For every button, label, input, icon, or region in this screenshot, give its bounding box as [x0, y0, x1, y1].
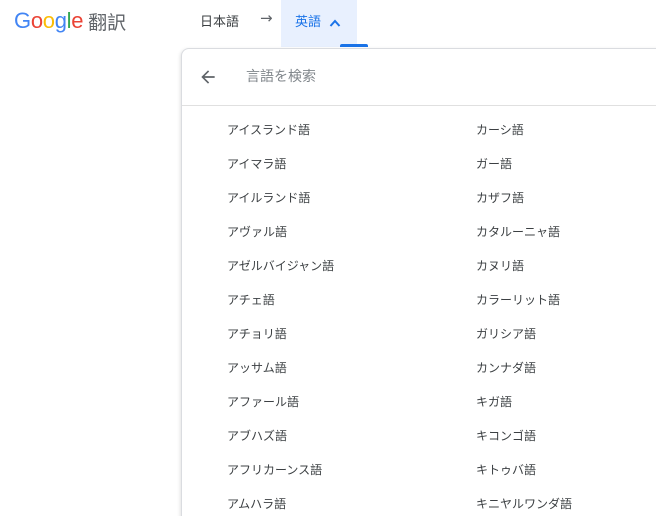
- language-option[interactable]: アイマラ語: [227, 147, 467, 181]
- language-option[interactable]: ガー語: [476, 147, 656, 181]
- language-option[interactable]: アファール語: [227, 385, 467, 419]
- language-option[interactable]: カザフ語: [476, 181, 656, 215]
- language-option[interactable]: アブハズ語: [227, 419, 467, 453]
- logo-letter: G: [14, 8, 31, 33]
- language-option[interactable]: カーシ語: [476, 113, 656, 147]
- language-option[interactable]: アヴァル語: [227, 215, 467, 249]
- language-option[interactable]: アイルランド語: [227, 181, 467, 215]
- language-option[interactable]: アチョリ語: [227, 317, 467, 351]
- logo-letter: g: [54, 8, 67, 33]
- translate-page: Google 翻訳 日本語 → 英語 アイスランド語アイマラ語アイルランド語アヴ…: [0, 0, 656, 516]
- language-search-input[interactable]: [246, 65, 626, 89]
- target-language-label: 英語: [295, 15, 322, 30]
- language-option[interactable]: アチェ語: [227, 283, 467, 317]
- language-list-right: カーシ語 ガー語 カザフ語 カタルーニャ語 カヌリ語 カラーリット語 ガリシア語 カンナダ語キ…: [476, 113, 656, 516]
- language-option[interactable]: ガリシア語: [476, 317, 656, 351]
- language-option[interactable]: カラーリット語: [476, 283, 656, 317]
- product-name: 翻訳: [88, 11, 127, 34]
- logo-letter: o: [42, 8, 55, 33]
- back-button[interactable]: [196, 65, 220, 89]
- language-option[interactable]: カタルーニャ語: [476, 215, 656, 249]
- language-search-bar: [182, 49, 656, 106]
- language-option[interactable]: カヌリ語: [476, 249, 656, 283]
- google-translate-logo[interactable]: Google 翻訳: [14, 6, 126, 36]
- logo-letter: o: [30, 8, 43, 33]
- swap-languages-arrow[interactable]: →: [260, 9, 273, 27]
- google-wordmark: Google: [14, 8, 83, 34]
- language-list-left: アイスランド語 アイマラ語 アイルランド語 アヴァル語 アゼルバイジャン語 アチェ語 アチョ…: [227, 113, 467, 516]
- language-picker-panel: アイスランド語アイマラ語アイルランド語アヴァル語アゼルバイジャン語アチェ語アチョ…: [181, 48, 656, 516]
- language-option[interactable]: キニヤルワンダ語: [476, 487, 656, 516]
- language-option[interactable]: アイスランド語: [227, 113, 467, 147]
- language-option[interactable]: キトゥバ語: [476, 453, 656, 487]
- language-option[interactable]: アムハラ語: [227, 487, 467, 516]
- chevron-up-icon: [329, 13, 341, 32]
- language-option[interactable]: キガ語: [476, 385, 656, 419]
- language-option[interactable]: カンナダ語: [476, 351, 656, 385]
- language-option[interactable]: アフリカーンス語: [227, 453, 467, 487]
- active-tab-indicator: [340, 44, 368, 47]
- logo-letter: e: [71, 8, 84, 33]
- language-option[interactable]: アゼルバイジャン語: [227, 249, 467, 283]
- language-option[interactable]: キコンゴ語: [476, 419, 656, 453]
- arrow-back-icon: [201, 70, 215, 84]
- target-language-button[interactable]: 英語: [281, 0, 368, 47]
- source-language-button[interactable]: 日本語: [200, 11, 239, 30]
- language-option[interactable]: アッサム語: [227, 351, 467, 385]
